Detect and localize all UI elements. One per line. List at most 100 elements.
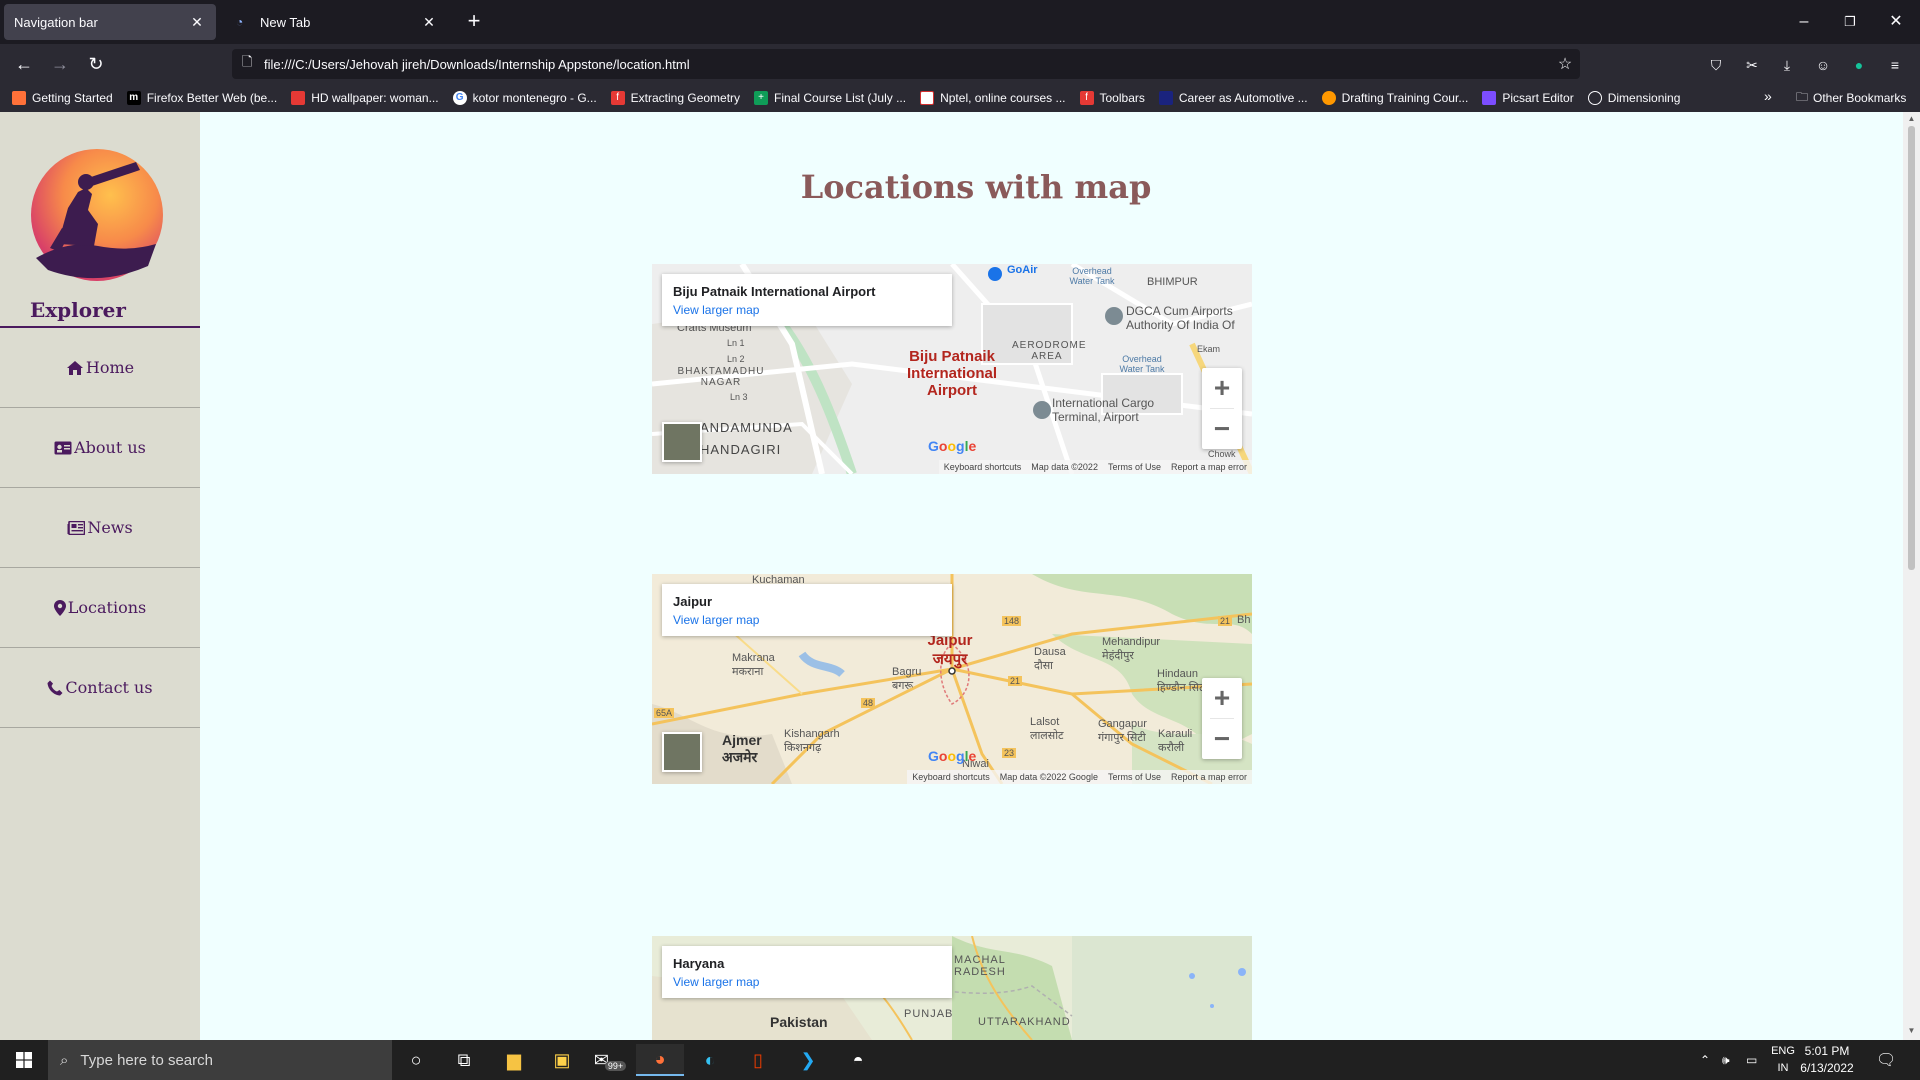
vscode-icon[interactable]: ❯ — [784, 1044, 832, 1076]
satellite-toggle-button[interactable] — [662, 732, 702, 772]
file-explorer-icon[interactable]: ▆ — [490, 1044, 538, 1076]
report-map-error-link[interactable]: Report a map error — [1171, 772, 1247, 782]
task-view-icon[interactable]: ⧉ — [440, 1044, 488, 1076]
bookmark-item[interactable]: + Final Course List (July ... — [754, 91, 906, 105]
address-bar[interactable]: 🗋 file:///C:/Users/Jehovah jireh/Downloa… — [232, 49, 1580, 79]
chevron-double-right-icon[interactable]: » — [1764, 88, 1772, 104]
minimize-icon[interactable]: – — [1790, 8, 1818, 36]
sidebar-item-contact-us[interactable]: Contact us — [0, 648, 200, 728]
forward-icon[interactable]: → — [46, 50, 74, 78]
bookmark-item[interactable]: m Firefox Better Web (be... — [126, 91, 278, 105]
bookmark-item[interactable]: Picsart Editor — [1482, 91, 1574, 105]
other-bookmarks[interactable]: 🗀 Other Bookmarks — [1796, 84, 1906, 112]
satellite-toggle-button[interactable] — [662, 422, 702, 462]
tab-navigation-bar[interactable]: Navigation bar ✕ — [4, 4, 216, 40]
bookmark-label: Drafting Training Cour... — [1341, 91, 1469, 105]
map-embed-haryana[interactable]: MACHAL RADESH Pakistan PUNJAB UTTARAKHAN… — [652, 936, 1252, 1040]
grammarly-icon[interactable]: ● — [1848, 54, 1870, 76]
store-icon[interactable]: ▣ — [538, 1044, 586, 1076]
map-label: Overhead Water Tank — [1069, 266, 1115, 286]
map-label: Mehandipur मेहंदीपुर — [1102, 636, 1161, 662]
bookmark-item[interactable]: f Extracting Geometry — [610, 91, 740, 105]
close-icon[interactable]: ✕ — [420, 14, 438, 31]
sidebar-item-locations[interactable]: Locations — [0, 568, 200, 648]
firefox-icon: ◔ — [236, 15, 244, 29]
zoom-in-button[interactable]: + — [1202, 678, 1242, 718]
office-icon[interactable]: ▯ — [734, 1044, 782, 1076]
zoom-out-button[interactable]: − — [1202, 409, 1242, 449]
close-icon[interactable]: ✕ — [188, 14, 206, 31]
sidebar-item-label: Home — [85, 358, 135, 377]
bookmark-item[interactable]: Nptel, online courses ... — [920, 91, 1066, 105]
bookmark-star-icon[interactable]: ☆ — [1550, 54, 1580, 74]
window-close-icon[interactable]: ✕ — [1882, 8, 1910, 36]
phone-icon — [47, 680, 63, 696]
volume-icon[interactable]: 🕪 — [1722, 1040, 1730, 1080]
bookmark-item[interactable]: Dimensioning — [1587, 91, 1680, 105]
menu-icon[interactable]: ≡ — [1884, 54, 1906, 76]
bookmark-item[interactable]: Getting Started — [12, 91, 113, 105]
keyboard-shortcuts-link[interactable]: Keyboard shortcuts — [944, 462, 1022, 472]
restore-icon[interactable]: ❐ — [1836, 8, 1864, 36]
map-pin-icon — [53, 599, 66, 616]
tab-title: Navigation bar — [14, 14, 98, 30]
map-label: Gangapur गंगापुर सिटी — [1098, 718, 1147, 744]
map-info-card: Biju Patnaik International Airport View … — [662, 274, 952, 326]
taskbar-search-input[interactable]: ⌕ Type here to search — [48, 1040, 392, 1080]
pocket-icon[interactable]: ⛉ — [1705, 54, 1727, 76]
terms-of-use-link[interactable]: Terms of Use — [1108, 462, 1161, 472]
start-button[interactable] — [0, 1040, 48, 1080]
map-info-card: Jaipur View larger map — [662, 584, 952, 636]
new-tab-button[interactable]: + — [460, 8, 488, 36]
tab-new-tab[interactable]: ◔ New Tab ✕ — [226, 4, 448, 40]
home-icon — [66, 360, 84, 376]
map-label: Ekam — [1197, 344, 1221, 354]
firefox-icon[interactable]: ◕ — [636, 1044, 684, 1076]
map-label: Lalsot लालसोट — [1030, 716, 1064, 742]
map-label: MACHAL RADESH — [954, 954, 1006, 978]
cortana-icon[interactable]: ○ — [392, 1044, 440, 1076]
page-scrollbar[interactable]: ▲ ▼ — [1903, 112, 1920, 1040]
sidebar-item-news[interactable]: News — [0, 488, 200, 568]
map-embed-airport[interactable]: GoAir Overhead Water Tank BHIMPUR DGCA C… — [652, 264, 1252, 474]
reload-icon[interactable]: ↻ — [82, 50, 110, 78]
scroll-up-icon[interactable]: ▲ — [1906, 114, 1917, 124]
show-hidden-icons-icon[interactable]: ⌃ — [1700, 1040, 1710, 1080]
report-map-error-link[interactable]: Report a map error — [1171, 462, 1247, 472]
bookmark-item[interactable]: f Toolbars — [1079, 91, 1145, 105]
clock[interactable]: 5:01 PM 6/13/2022 — [1790, 1043, 1864, 1077]
keyboard-shortcuts-link[interactable]: Keyboard shortcuts — [912, 772, 990, 782]
mail-icon[interactable]: ✉ 99+ — [586, 1044, 634, 1076]
scroll-thumb[interactable] — [1908, 126, 1915, 570]
view-larger-map-link[interactable]: View larger map — [673, 303, 952, 317]
view-larger-map-link[interactable]: View larger map — [673, 613, 952, 627]
network-icon[interactable]: ▭ — [1746, 1040, 1757, 1080]
bookmark-item[interactable]: Drafting Training Cour... — [1321, 91, 1469, 105]
screenshot-icon[interactable]: ✂ — [1741, 54, 1763, 76]
bookmark-item[interactable]: Gkotor montenegro - G... — [452, 91, 597, 105]
road-shield: 65A — [654, 708, 675, 718]
map-embed-jaipur[interactable]: Kuchaman Makrana मकराना Bagru बगरू Dausa… — [652, 574, 1252, 784]
map-label: Chowk — [1208, 449, 1236, 459]
sidebar-item-home[interactable]: Home — [0, 328, 200, 408]
bookmark-label: Toolbars — [1099, 91, 1145, 105]
terms-of-use-link[interactable]: Terms of Use — [1108, 772, 1161, 782]
extension-icon[interactable]: ☺ — [1812, 54, 1834, 76]
bookmark-item[interactable]: Career as Automotive ... — [1158, 91, 1308, 105]
edge-icon[interactable]: ◐ — [686, 1044, 734, 1076]
app-icon[interactable]: ◓ — [834, 1044, 882, 1076]
notifications-icon[interactable]: 🗨 — [1876, 1040, 1896, 1080]
view-larger-map-link[interactable]: View larger map — [673, 975, 952, 989]
bookmark-item[interactable]: HD wallpaper: woman... — [291, 91, 439, 105]
map-label: Karauli करौली — [1158, 728, 1193, 754]
url-text[interactable]: file:///C:/Users/Jehovah jireh/Downloads… — [264, 57, 1550, 72]
zoom-in-button[interactable]: + — [1202, 368, 1242, 408]
bookmark-label: Firefox Better Web (be... — [146, 91, 278, 105]
zoom-out-button[interactable]: − — [1202, 719, 1242, 759]
windows-taskbar: ⌕ Type here to search ○ ⧉ ▆ ▣ ✉ 99+ ◕ ◐ … — [0, 1040, 1920, 1080]
sidebar-item-about-us[interactable]: About us — [0, 408, 200, 488]
back-icon[interactable]: ← — [10, 50, 38, 78]
scroll-down-icon[interactable]: ▼ — [1906, 1026, 1917, 1036]
google-logo: Google — [928, 748, 977, 764]
downloads-icon[interactable]: ⤓ — [1776, 54, 1798, 76]
